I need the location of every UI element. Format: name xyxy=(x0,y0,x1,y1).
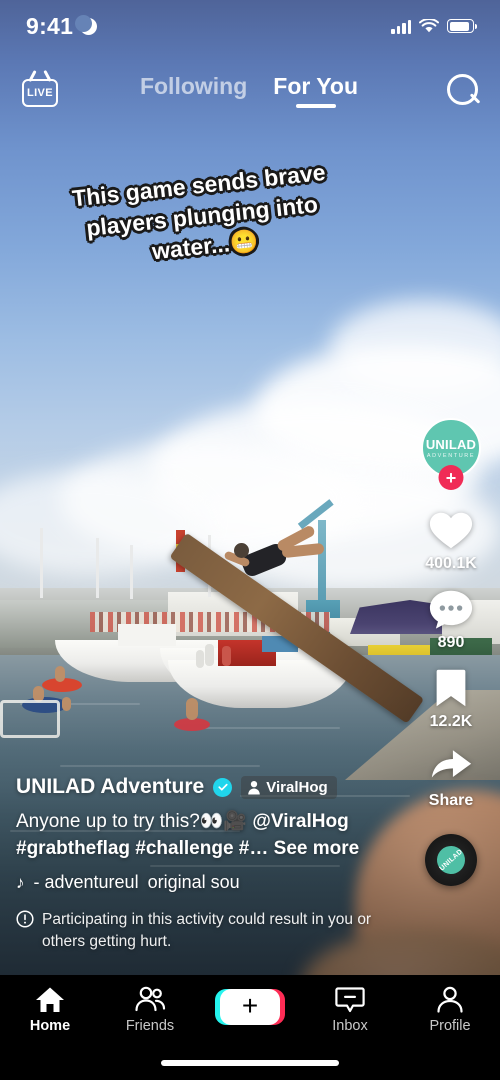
boat-cabin xyxy=(118,624,176,646)
post-info: UNILAD Adventure ViralHog Anyone up to t… xyxy=(16,775,376,952)
crescent-moon-icon xyxy=(75,14,98,35)
live-label: LIVE xyxy=(26,87,54,99)
home-indicator xyxy=(161,1060,339,1066)
live-button[interactable]: LIVE xyxy=(20,70,60,109)
see-more-button[interactable]: See more xyxy=(274,838,360,859)
tab-for-you[interactable]: For You xyxy=(273,73,358,107)
status-right xyxy=(391,18,478,34)
caption-mention[interactable]: @ViralHog xyxy=(252,811,348,832)
search-icon[interactable] xyxy=(444,72,480,108)
person xyxy=(205,644,214,666)
caption-hashtags[interactable]: #grabtheflag #challenge #… xyxy=(16,838,268,859)
profile-icon xyxy=(437,986,463,1013)
inbox-icon xyxy=(335,987,365,1013)
safety-warning-text: Participating in this activity could res… xyxy=(42,911,372,950)
share-button[interactable]: Share xyxy=(428,745,474,810)
comment-icon xyxy=(429,590,473,629)
top-navigation: LIVE Following For You xyxy=(0,62,500,118)
swimmer xyxy=(55,666,65,682)
person xyxy=(222,646,231,666)
avatar-name-primary: UNILAD xyxy=(425,436,477,452)
warning-circle-icon xyxy=(16,910,34,928)
music-row[interactable]: ♪ - adventureul original sou xyxy=(16,872,306,893)
tab-following[interactable]: Following xyxy=(140,73,247,107)
friends-icon xyxy=(135,986,166,1012)
tab-profile[interactable]: Profile xyxy=(405,985,495,1034)
battery-icon xyxy=(447,19,478,33)
person-icon xyxy=(248,780,261,795)
diving-person xyxy=(223,524,325,587)
music-title: original sou xyxy=(147,872,240,893)
share-label: Share xyxy=(428,792,474,809)
plus-icon: + xyxy=(241,989,259,1021)
feed-tabs: Following For You xyxy=(140,73,358,107)
disc-label: UNILAD xyxy=(431,840,471,880)
tab-home[interactable]: Home xyxy=(5,985,95,1034)
action-rail: UNILAD ADVENTURE + 400.1K 890 12.2K Shar… xyxy=(412,418,490,886)
music-note-icon: ♪ xyxy=(16,872,25,892)
comment-count: 890 xyxy=(437,634,465,651)
mast xyxy=(130,545,133,599)
author-row: UNILAD Adventure ViralHog xyxy=(16,775,376,799)
safety-warning: Participating in this activity could res… xyxy=(16,909,386,952)
post-caption: Anyone up to try this?👀🎥 @ViralHog #grab… xyxy=(16,809,376,863)
caption-text: Anyone up to try this?👀🎥 xyxy=(16,811,253,833)
cellular-bars-icon xyxy=(391,19,411,34)
bookmark-icon xyxy=(436,669,466,707)
tab-profile-label: Profile xyxy=(429,1018,471,1034)
tab-friends[interactable]: Friends xyxy=(105,985,195,1034)
tab-inbox-label: Inbox xyxy=(332,1018,368,1034)
status-time: 9:41 xyxy=(26,12,74,39)
source-tag[interactable]: ViralHog xyxy=(241,775,337,799)
tab-inbox[interactable]: Inbox xyxy=(305,985,395,1034)
source-tag-label: ViralHog xyxy=(266,778,328,796)
status-left: 9:41 xyxy=(26,12,98,40)
person xyxy=(196,650,204,668)
mast xyxy=(40,528,43,598)
comment-button[interactable]: 890 xyxy=(428,587,474,652)
create-button[interactable]: + xyxy=(215,989,285,1025)
wifi-icon xyxy=(419,18,439,32)
author-avatar[interactable]: UNILAD ADVENTURE + xyxy=(421,418,481,490)
tab-home-label: Home xyxy=(29,1018,71,1034)
tab-friends-label: Friends xyxy=(125,1018,175,1034)
share-arrow-icon xyxy=(431,750,472,778)
status-bar: 9:41 xyxy=(0,0,500,52)
create-wrap: + xyxy=(205,985,295,1025)
author-username[interactable]: UNILAD Adventure xyxy=(16,775,204,799)
avatar-name-secondary: ADVENTURE xyxy=(426,452,476,459)
live-tv-icon: LIVE xyxy=(22,79,58,107)
verified-check-icon xyxy=(213,777,233,797)
heart-icon xyxy=(429,512,473,549)
follow-button[interactable]: + xyxy=(438,465,464,490)
tiktok-feed-screen: 9:41 LIVE Following For You This game se… xyxy=(0,0,500,1080)
home-icon xyxy=(36,987,64,1012)
mast xyxy=(96,538,99,598)
like-button[interactable]: 400.1K xyxy=(425,508,477,573)
bookmark-count: 12.2K xyxy=(429,713,473,730)
like-count: 400.1K xyxy=(425,555,477,572)
bookmark-button[interactable]: 12.2K xyxy=(428,666,474,731)
music-author: - adventureul xyxy=(33,872,139,893)
music-disc-icon[interactable]: UNILAD xyxy=(425,834,477,886)
